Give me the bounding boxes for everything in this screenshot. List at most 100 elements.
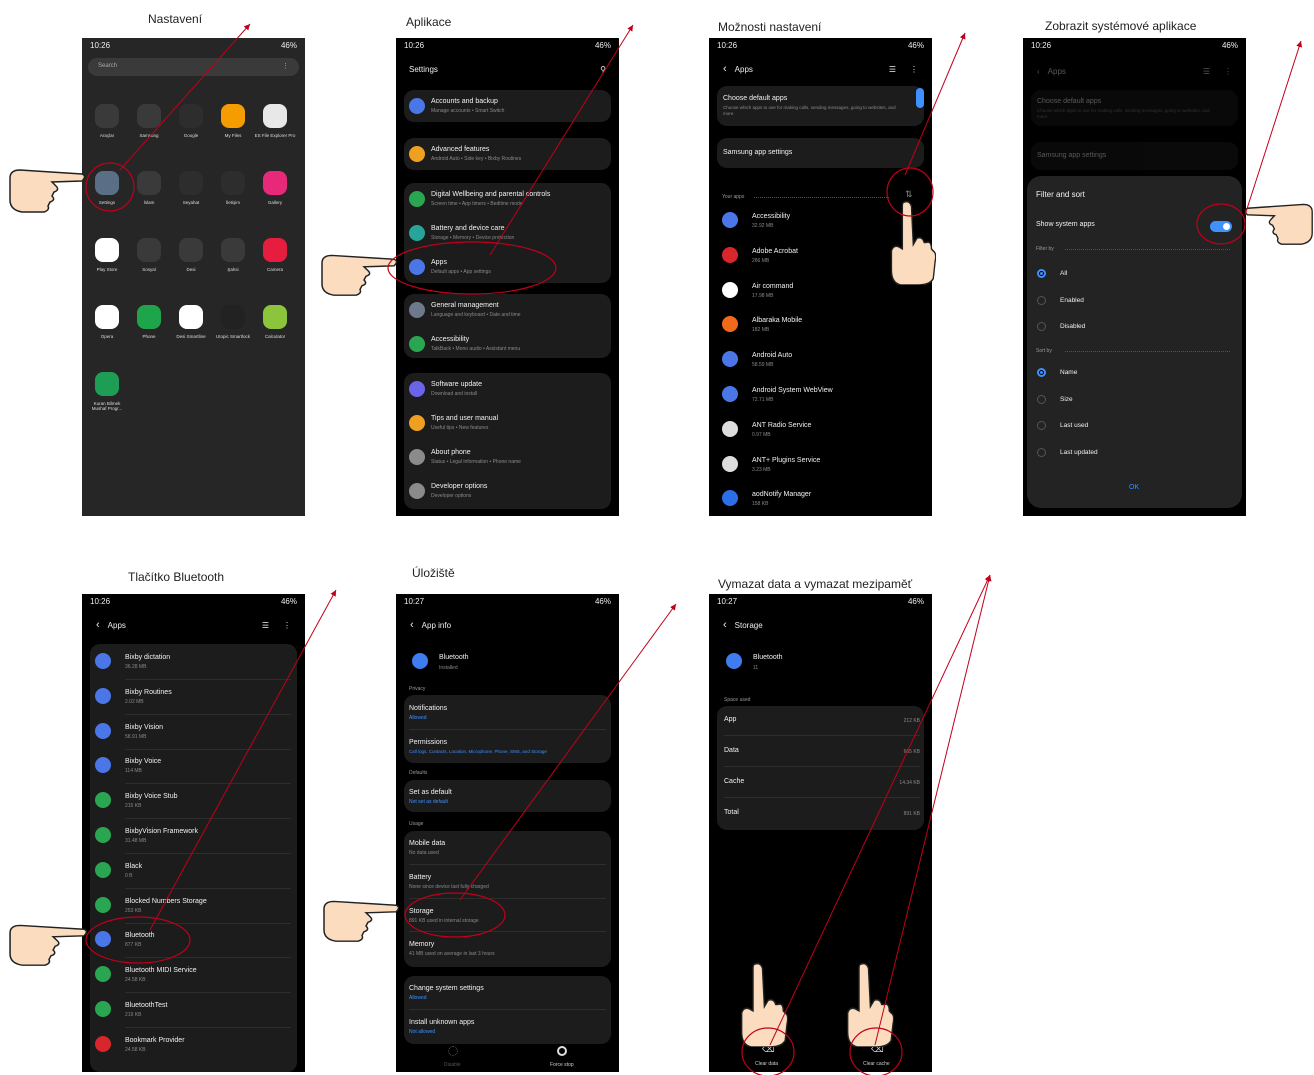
app-name[interactable]: Bixby dictation [125, 654, 170, 661]
settings-item-title[interactable]: Accessibility [431, 336, 469, 343]
app-icon[interactable] [263, 104, 287, 128]
app-icon[interactable] [179, 238, 203, 262]
back-icon[interactable]: ‹ [410, 619, 414, 631]
settings-item-title[interactable]: Advanced features [431, 146, 489, 153]
clear-cache-button[interactable]: Clear cache [863, 1061, 890, 1067]
search-bar[interactable]: Search ⋮ [88, 58, 299, 76]
app-icon[interactable] [95, 372, 119, 396]
more-icon[interactable]: ⋮ [910, 65, 918, 74]
back-icon[interactable]: ‹ [723, 619, 727, 631]
sort-radio[interactable] [1037, 421, 1046, 430]
storage-label[interactable]: Storage [409, 908, 434, 915]
app-icon[interactable] [263, 305, 287, 329]
settings-item-title[interactable]: General management [431, 302, 499, 309]
app-name[interactable]: BluetoothTest [125, 1002, 167, 1009]
search-icon[interactable]: ⚲ [600, 65, 606, 74]
back-icon[interactable]: ‹ [96, 619, 100, 631]
app-name[interactable]: ANT Radio Service [752, 422, 811, 429]
settings-item-title[interactable]: Battery and device care [431, 225, 505, 232]
settings-item-title[interactable]: Accounts and backup [431, 98, 498, 105]
app-icon[interactable] [263, 171, 287, 195]
app-name[interactable]: Bixby Voice Stub [125, 793, 178, 800]
permissions-label[interactable]: Permissions [409, 739, 447, 746]
settings-item-title[interactable]: Software update [431, 381, 482, 388]
settings-item-title[interactable]: Tips and user manual [431, 415, 498, 422]
divider [125, 748, 291, 750]
app-name[interactable]: Albaraka Mobile [752, 317, 802, 324]
install-unknown-apps-label[interactable]: Install unknown apps [409, 1019, 474, 1026]
app-name[interactable]: Bluetooth [125, 932, 155, 939]
app-icon[interactable] [221, 104, 245, 128]
app-size: 36.28 MB [125, 664, 147, 670]
app-icon[interactable] [221, 305, 245, 329]
app-name[interactable]: Bluetooth MIDI Service [125, 967, 197, 974]
app-icon[interactable] [137, 104, 161, 128]
filter-icon[interactable]: ☰ [889, 65, 896, 74]
app-icon[interactable] [179, 305, 203, 329]
app-icon[interactable] [263, 238, 287, 262]
app-icon[interactable] [95, 104, 119, 128]
settings-item-title[interactable]: Digital Wellbeing and parental controls [431, 191, 550, 198]
defaults-card[interactable]: Set as default Not set as default [404, 780, 611, 812]
app-icon[interactable] [179, 171, 203, 195]
app-name[interactable]: Blocked Numbers Storage [125, 898, 207, 905]
app-name[interactable]: BixbyVision Framework [125, 828, 198, 835]
sort-icon[interactable]: ⇅ [905, 189, 913, 200]
app-name[interactable]: Android System WebView [752, 387, 833, 394]
mobile-data-label[interactable]: Mobile data [409, 840, 445, 847]
filter-icon[interactable]: ☰ [262, 621, 269, 630]
settings-item-title[interactable]: Apps [431, 259, 447, 266]
app-icon[interactable] [221, 238, 245, 262]
app-icon[interactable] [95, 238, 119, 262]
app-name[interactable]: Android Auto [752, 352, 792, 359]
app-name[interactable]: Bixby Voice [125, 758, 161, 765]
show-system-apps-toggle[interactable] [1210, 221, 1232, 232]
clear-data-button[interactable]: Clear data [755, 1061, 778, 1067]
storage-card [717, 706, 924, 830]
app-icon[interactable] [95, 171, 119, 195]
filter-radio[interactable] [1037, 269, 1046, 278]
battery-label[interactable]: Battery [409, 874, 431, 881]
app-icon[interactable] [137, 238, 161, 262]
mobile-data-value: No data used [409, 850, 439, 856]
app-icon[interactable] [95, 305, 119, 329]
filter-radio[interactable] [1037, 295, 1046, 305]
app-size: 58.59 MB [752, 362, 774, 369]
choose-default-apps[interactable]: Choose default apps Choose which apps to… [717, 86, 924, 126]
app-name[interactable]: Accessibility [752, 213, 790, 220]
app-name[interactable]: Air command [752, 283, 793, 290]
app-icon[interactable] [221, 171, 245, 195]
ok-button[interactable]: OK [1129, 484, 1139, 491]
filter-radio[interactable] [1037, 322, 1046, 331]
sort-option-label: Size [1060, 395, 1073, 403]
app-name[interactable]: Adobe Acrobat [752, 248, 798, 255]
app-name[interactable]: Bixby Vision [125, 724, 163, 731]
settings-item-title[interactable]: About phone [431, 449, 471, 456]
memory-label[interactable]: Memory [409, 941, 434, 948]
status-battery: 46% [280, 40, 297, 50]
change-system-settings-label[interactable]: Change system settings [409, 985, 484, 992]
status-time: 10:26 [1031, 40, 1052, 50]
app-name[interactable]: Black [125, 863, 142, 870]
samsung-app-settings[interactable]: Samsung app settings [717, 138, 924, 168]
force-stop-button[interactable]: Force stop [550, 1062, 574, 1068]
settings-item-subtitle: Useful tips • New features [431, 425, 489, 431]
pointing-hand-icon [322, 892, 402, 944]
sort-radio[interactable] [1037, 368, 1046, 377]
app-name[interactable]: ANT+ Plugins Service [752, 457, 820, 464]
app-name[interactable]: Bookmark Provider [125, 1037, 185, 1044]
app-icon[interactable] [179, 104, 203, 128]
back-icon[interactable]: ‹ [723, 63, 727, 75]
app-name[interactable]: aodNotify Manager [752, 491, 811, 498]
settings-item-title[interactable]: Developer options [431, 483, 487, 490]
force-stop-icon[interactable] [557, 1046, 567, 1056]
app-icon[interactable] [137, 171, 161, 195]
app-name[interactable]: Bixby Routines [125, 689, 172, 696]
more-icon[interactable]: ⋮ [282, 62, 289, 70]
app-icon[interactable] [137, 305, 161, 329]
sort-radio[interactable] [1037, 447, 1046, 457]
filter-by-header: Filter by [1036, 246, 1054, 252]
sort-radio[interactable] [1037, 394, 1046, 404]
more-icon[interactable]: ⋮ [283, 621, 291, 630]
notifications-label[interactable]: Notifications [409, 705, 447, 712]
